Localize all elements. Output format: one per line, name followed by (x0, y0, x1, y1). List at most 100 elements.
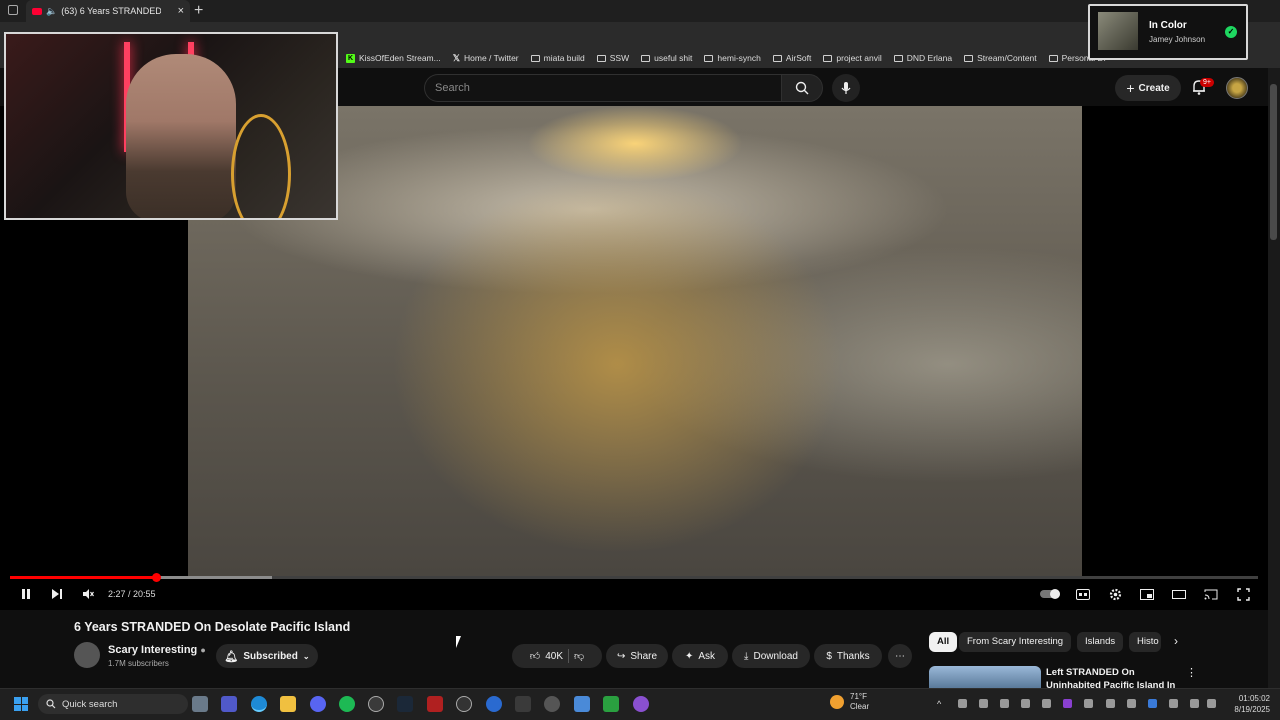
file-explorer-icon[interactable] (280, 696, 296, 712)
steam-icon[interactable] (397, 696, 413, 712)
tray-icon[interactable] (958, 699, 967, 708)
bookmark-twitter[interactable]: 𝕏 Home / Twitter (453, 53, 519, 64)
mouse-cursor-icon (456, 636, 465, 648)
autoplay-toggle[interactable] (1038, 585, 1062, 603)
windows-start-icon[interactable] (14, 697, 28, 711)
obs-icon[interactable] (368, 696, 384, 712)
app-icon[interactable] (633, 696, 649, 712)
network-icon[interactable] (1190, 699, 1199, 708)
cast-button[interactable] (1201, 585, 1221, 603)
tray-icon[interactable] (1084, 699, 1093, 708)
captions-button[interactable] (1073, 585, 1093, 603)
download-button[interactable]: ⤓ Download (732, 644, 810, 668)
settings-button[interactable] (1105, 585, 1125, 603)
search-input[interactable]: Search (424, 74, 782, 102)
volume-icon[interactable] (1207, 699, 1216, 708)
miniplayer-icon (1140, 588, 1154, 600)
more-vertical-icon[interactable]: ⋮ (1186, 666, 1197, 679)
bookmark-folder-anvil[interactable]: project anvil (823, 53, 882, 63)
miniplayer-button[interactable] (1137, 585, 1157, 603)
mute-button[interactable] (78, 585, 98, 603)
pause-icon (22, 589, 30, 599)
dislike-button[interactable]: 👎︎ (574, 650, 584, 662)
thumbs-down-icon: 👎︎ (574, 651, 585, 662)
taskbar-search[interactable]: Quick search (38, 694, 188, 714)
bookmark-folder-miata[interactable]: miata build (530, 53, 585, 63)
theater-mode-button[interactable] (1169, 585, 1189, 603)
tray-icon[interactable] (1127, 699, 1136, 708)
thanks-button[interactable]: $ Thanks (814, 644, 882, 668)
bookmark-folder-stream[interactable]: Stream/Content (964, 53, 1037, 63)
subscribed-button[interactable]: 🔔︎ Subscribed ⌄ (216, 644, 318, 668)
scrollbar-thumb[interactable] (1270, 84, 1277, 240)
chevron-right-icon[interactable]: › (1174, 634, 1178, 648)
window-menu-icon[interactable] (8, 5, 18, 15)
app-icon[interactable] (515, 696, 531, 712)
spotify-icon[interactable] (339, 696, 355, 712)
share-button[interactable]: ↪ Share (606, 644, 668, 668)
chip-history[interactable]: Histo (1129, 632, 1161, 652)
fullscreen-button[interactable] (1233, 585, 1253, 603)
account-avatar[interactable] (1226, 77, 1248, 99)
verified-badge-icon: ● (200, 645, 206, 655)
teams-icon[interactable] (221, 696, 237, 712)
chip-islands[interactable]: Islands (1077, 632, 1124, 652)
search-button[interactable] (781, 74, 823, 102)
bell-icon: 🔔︎ (224, 650, 239, 663)
folder-icon (893, 54, 903, 62)
voice-search-button[interactable] (832, 74, 860, 102)
kick-icon: K (346, 53, 355, 63)
tray-icon[interactable] (1021, 699, 1030, 708)
chip-from-channel[interactable]: From Scary Interesting (959, 632, 1072, 652)
app-icon[interactable] (486, 696, 502, 712)
microphone-tray-icon[interactable] (1169, 699, 1178, 708)
folder-icon (596, 54, 606, 62)
app-icon[interactable] (427, 696, 443, 712)
like-button[interactable]: 👍︎ 40K (530, 650, 563, 663)
next-video-button[interactable] (47, 585, 67, 603)
notepad-icon[interactable] (574, 696, 590, 712)
channel-name[interactable]: Scary Interesting ● (108, 644, 206, 656)
recommended-video-thumbnail[interactable] (929, 666, 1041, 688)
more-actions-button[interactable]: ⋯ (888, 644, 912, 668)
create-button[interactable]: + Create (1115, 75, 1181, 101)
album-art (1098, 12, 1138, 50)
browser-tab-active[interactable]: 🔈 (63) 6 Years STRANDED On D... × (26, 0, 190, 22)
speaker-icon[interactable]: 🔈 (46, 6, 57, 17)
bookmark-folder-useful[interactable]: useful shit (641, 53, 692, 63)
bookmark-kissofeden[interactable]: K KissOfEden Stream... (346, 53, 441, 63)
close-tab-icon[interactable]: × (178, 5, 184, 17)
weather-moon-icon (830, 695, 844, 709)
recommended-video-title[interactable]: Left STRANDED On Uninhabited Pacific Isl… (1046, 666, 1186, 688)
channel-avatar[interactable] (74, 642, 100, 668)
task-view-icon[interactable] (192, 696, 208, 712)
tray-icon[interactable] (1042, 699, 1051, 708)
bookmark-folder-airsoft[interactable]: AirSoft (772, 53, 811, 63)
plus-icon: + (1126, 80, 1135, 96)
app-icon[interactable] (456, 696, 472, 712)
weather-widget[interactable]: 71°F Clear (830, 692, 869, 712)
edge-browser-icon[interactable] (251, 696, 267, 712)
taskbar-clock[interactable]: 01:05:02 8/19/2025 (1222, 693, 1270, 715)
discord-icon[interactable] (310, 696, 326, 712)
app-icon[interactable] (603, 696, 619, 712)
bookmark-folder-ssw[interactable]: SSW (596, 53, 629, 63)
tray-icon[interactable] (1106, 699, 1115, 708)
webcam-overlay (4, 32, 338, 220)
ask-button[interactable]: ✦ Ask (672, 644, 728, 668)
pause-button[interactable] (16, 585, 36, 603)
tray-icon[interactable] (1063, 699, 1072, 708)
app-icon[interactable] (544, 696, 560, 712)
tray-icon[interactable] (1000, 699, 1009, 708)
bookmark-folder-hemi[interactable]: hemi-synch (704, 53, 761, 63)
tray-overflow-chevron-icon[interactable]: ^ (937, 699, 947, 709)
new-tab-button[interactable]: + (194, 2, 203, 20)
folder-icon (530, 54, 540, 62)
tray-icon[interactable] (979, 699, 988, 708)
bluetooth-icon[interactable] (1148, 699, 1157, 708)
skip-next-icon (52, 589, 62, 599)
bookmark-folder-dnd[interactable]: DND Erlana (893, 53, 952, 63)
progress-scrubber-handle[interactable] (152, 573, 162, 582)
chip-all[interactable]: All (929, 632, 958, 652)
search-icon (46, 699, 56, 709)
